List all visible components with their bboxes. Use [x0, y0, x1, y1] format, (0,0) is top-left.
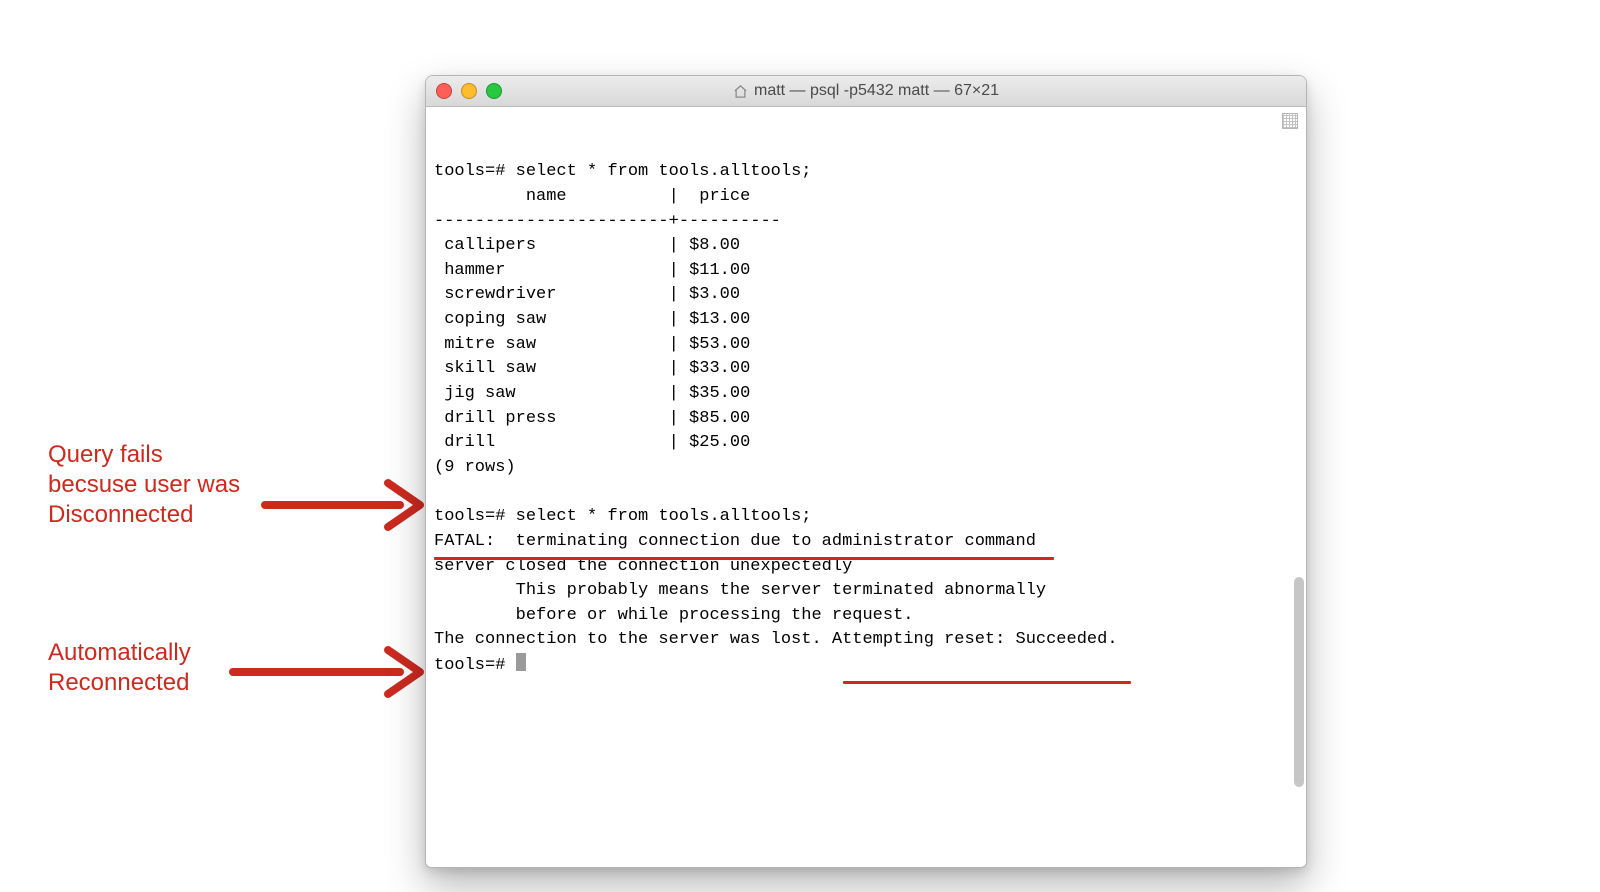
sql-query: select * from tools.alltools;: [516, 507, 812, 526]
cell-name: drill press: [444, 409, 556, 428]
window-titlebar: matt — psql -p5432 matt — 67×21: [426, 76, 1306, 107]
cell-name: callipers: [444, 236, 536, 255]
cell-name: jig saw: [444, 384, 515, 403]
explain-line: This probably means the server terminate…: [434, 581, 1046, 600]
traffic-lights: [436, 83, 502, 99]
close-button[interactable]: [436, 83, 452, 99]
zoom-button[interactable]: [486, 83, 502, 99]
cell-price: $8.00: [689, 236, 740, 255]
home-icon: [733, 84, 748, 99]
prompt: tools=#: [434, 507, 505, 526]
terminal-corner-icon: [1282, 113, 1298, 129]
cell-name: mitre saw: [444, 335, 536, 354]
window-title: matt — psql -p5432 matt — 67×21: [426, 82, 1306, 100]
prompt: tools=#: [434, 162, 505, 181]
red-underline: [434, 557, 1054, 560]
terminal-window: matt — psql -p5432 matt — 67×21 tools=# …: [425, 75, 1307, 868]
cell-price: $53.00: [689, 335, 750, 354]
explain-line: before or while processing the request.: [434, 606, 913, 625]
cell-name: drill: [444, 433, 495, 452]
minimize-button[interactable]: [461, 83, 477, 99]
col-name-header: name: [526, 187, 567, 206]
cell-name: hammer: [444, 261, 505, 280]
scrollbar[interactable]: [1294, 537, 1304, 861]
red-underline: [843, 681, 1131, 684]
arrow-icon: [228, 632, 430, 712]
annotation-query-fails: Query failsbecsuse user wasDisconnected: [48, 440, 240, 530]
cell-price: $11.00: [689, 261, 750, 280]
arrow-icon: [260, 465, 430, 545]
fatal-line: FATAL: terminating connection due to adm…: [434, 532, 1036, 551]
cell-price: $25.00: [689, 433, 750, 452]
window-title-text: matt — psql -p5432 matt — 67×21: [754, 82, 999, 100]
scrollbar-thumb[interactable]: [1294, 577, 1304, 787]
sql-query: select * from tools.alltools;: [516, 162, 812, 181]
cell-price: $13.00: [689, 310, 750, 329]
prompt: tools=#: [434, 656, 505, 675]
cell-price: $35.00: [689, 384, 750, 403]
cell-price: $85.00: [689, 409, 750, 428]
reset-line-prefix: The connection to the server was lost.: [434, 630, 832, 649]
row-count: (9 rows): [434, 458, 516, 477]
cell-name: screwdriver: [444, 285, 556, 304]
cell-price: $33.00: [689, 359, 750, 378]
reset-highlight: Attempting reset: Succeeded.: [832, 630, 1118, 649]
cell-name: skill saw: [444, 359, 536, 378]
cell-price: $3.00: [689, 285, 740, 304]
annotation-auto-reconnect: AutomaticallyReconnected: [48, 638, 191, 698]
cell-name: coping saw: [444, 310, 546, 329]
terminal-output[interactable]: tools=# select * from tools.alltools; na…: [426, 107, 1306, 867]
cursor-icon: [516, 653, 526, 671]
col-price-header: price: [699, 187, 750, 206]
